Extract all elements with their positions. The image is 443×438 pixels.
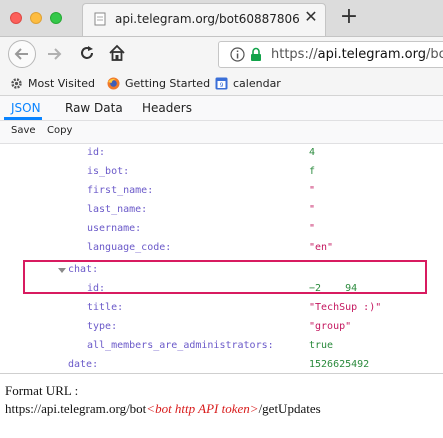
calendar-icon: 9 xyxy=(215,77,228,90)
home-icon[interactable] xyxy=(107,43,127,63)
tab-bar: api.telegram.org/bot608878065:AAE ✕ + xyxy=(0,0,443,37)
json-key: title: xyxy=(87,302,124,313)
url-text: https://api.telegram.org/bo xyxy=(271,47,443,62)
reload-icon[interactable] xyxy=(78,44,96,62)
caption-heading: Format URL : xyxy=(5,383,79,398)
json-row[interactable]: first_name: " xyxy=(0,182,443,201)
browser-window: api.telegram.org/bot608878065:AAE ✕ + xyxy=(0,0,443,374)
json-viewer-tabs: JSON Raw Data Headers xyxy=(0,96,443,121)
json-key: date: xyxy=(68,359,99,370)
forward-arrow-icon[interactable] xyxy=(44,43,66,65)
gear-icon xyxy=(11,78,22,89)
close-window-button[interactable] xyxy=(10,12,22,24)
back-button[interactable] xyxy=(8,40,36,68)
save-button[interactable]: Save xyxy=(9,125,38,136)
copy-button[interactable]: Copy xyxy=(45,125,74,136)
format-url-caption: Format URL : https://api.telegram.org/bo… xyxy=(5,382,440,418)
page-icon xyxy=(94,12,106,26)
tab-raw-data[interactable]: Raw Data xyxy=(65,101,123,115)
json-value: "TechSup :)" xyxy=(309,302,382,313)
minimize-window-button[interactable] xyxy=(30,12,42,24)
json-row[interactable]: last_name: " xyxy=(0,201,443,220)
json-row[interactable]: all_members_are_administrators: true xyxy=(0,337,443,356)
bookmark-getting-started[interactable]: Getting Started xyxy=(107,77,210,90)
navigation-bar: https://api.telegram.org/bo xyxy=(0,37,443,73)
tab-title: api.telegram.org/bot608878065:AAE xyxy=(115,12,300,26)
firefox-icon xyxy=(107,77,120,90)
close-tab-icon[interactable]: ✕ xyxy=(303,9,319,25)
json-value: true xyxy=(309,340,334,351)
info-icon[interactable] xyxy=(230,47,245,62)
tab-json[interactable]: JSON xyxy=(11,101,41,115)
tab-telegram-api[interactable]: api.telegram.org/bot608878065:AAE ✕ xyxy=(82,3,326,36)
tab-headers[interactable]: Headers xyxy=(142,101,192,115)
json-value: 4 xyxy=(309,147,316,158)
caption-url: https://api.telegram.org/bot<bot http AP… xyxy=(5,400,440,418)
zoom-window-button[interactable] xyxy=(50,12,62,24)
bookmark-most-visited[interactable]: Most Visited xyxy=(10,77,95,90)
caption-url-token: <bot http API token> xyxy=(146,401,259,416)
json-key: id: xyxy=(87,147,106,158)
json-value: "en" xyxy=(309,242,334,253)
json-row[interactable]: type: "group" xyxy=(0,318,443,337)
json-value: " xyxy=(309,204,316,215)
json-value: " xyxy=(309,223,316,234)
caption-url-prefix: https://api.telegram.org/bot xyxy=(5,401,147,416)
url-host: api.telegram.org xyxy=(317,47,426,62)
json-value: f xyxy=(309,166,316,177)
json-key: first_name: xyxy=(87,185,154,196)
json-key: last_name: xyxy=(87,204,148,215)
json-key: language_code: xyxy=(87,242,172,253)
caption-url-suffix: /getUpdates xyxy=(258,401,321,416)
json-key: is_bot: xyxy=(87,166,130,177)
json-value: " xyxy=(309,185,316,196)
active-tab-indicator xyxy=(4,117,42,120)
address-bar[interactable]: https://api.telegram.org/bo xyxy=(218,41,443,68)
url-path: /bo xyxy=(425,47,443,62)
bookmark-calendar[interactable]: 9 calendar xyxy=(215,77,281,90)
json-key: all_members_are_administrators: xyxy=(87,340,274,351)
json-value: "group" xyxy=(309,321,352,332)
json-row[interactable]: id: 4 xyxy=(0,144,443,163)
bookmark-label: calendar xyxy=(233,77,281,90)
json-row[interactable]: username: " xyxy=(0,220,443,239)
new-tab-button[interactable]: + xyxy=(338,4,360,30)
json-row[interactable]: language_code: "en" xyxy=(0,239,443,258)
lock-icon xyxy=(251,47,261,61)
svg-text:9: 9 xyxy=(220,82,224,89)
json-key: type: xyxy=(87,321,118,332)
bookmark-label: Most Visited xyxy=(28,77,95,90)
bookmark-label: Getting Started xyxy=(125,77,211,90)
json-value: 1526625492 xyxy=(309,359,370,370)
json-viewer-actions: Save Copy xyxy=(0,121,443,144)
chat-id-highlight xyxy=(23,260,427,294)
json-row[interactable]: title: "TechSup :)" xyxy=(0,299,443,318)
url-scheme: https:// xyxy=(271,47,318,62)
back-arrow-icon xyxy=(14,48,28,60)
json-row[interactable]: date: 1526625492 xyxy=(0,356,443,373)
json-row[interactable]: is_bot: f xyxy=(0,163,443,182)
json-key: username: xyxy=(87,223,142,234)
bookmarks-toolbar: Most Visited Getting Started 9 calendar xyxy=(0,73,443,96)
